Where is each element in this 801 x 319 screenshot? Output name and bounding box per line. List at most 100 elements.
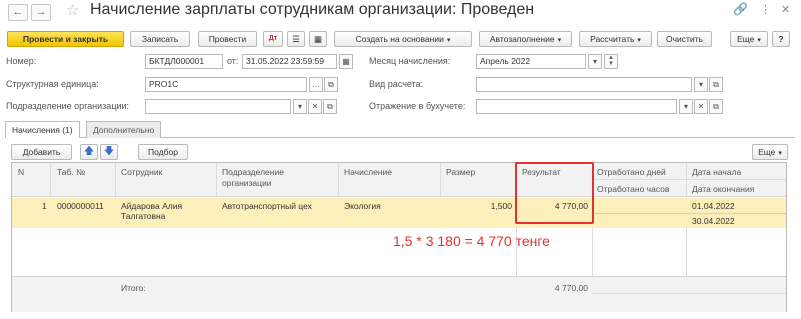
month-label: Месяц начисления: — [369, 56, 451, 66]
dept-open-button[interactable]: ⧉ — [323, 99, 337, 114]
dept-field[interactable] — [145, 99, 291, 114]
star-icon[interactable]: ☆ — [66, 1, 79, 19]
add-button[interactable]: Добавить — [11, 144, 72, 160]
date-label: от: — [227, 56, 239, 66]
col-hours-worked[interactable]: Отработано часов — [597, 184, 669, 194]
arrow-down-icon: 🡇 — [103, 146, 115, 157]
col-date-start[interactable]: Дата начала — [692, 167, 741, 177]
calculate-button[interactable]: Рассчитать ▾ — [579, 31, 652, 47]
col-tab-no[interactable]: Таб. № — [57, 167, 85, 177]
structure-icon: ▦ — [313, 34, 323, 44]
unit-open-button[interactable]: ⧉ — [324, 77, 338, 92]
footer-subdivider — [592, 293, 786, 294]
tab-additional[interactable]: Дополнительно — [86, 121, 162, 138]
reflection-dropdown[interactable]: ▾ — [679, 99, 693, 114]
report-button[interactable]: ☰ — [287, 31, 305, 47]
calc-type-dropdown[interactable]: ▾ — [694, 77, 708, 92]
table-row[interactable]: 1 0000000011 Айдарова Алия Талгатовна Ав… — [12, 198, 786, 228]
clear-icon: ✕ — [697, 102, 705, 111]
unit-field[interactable]: PRO1C — [145, 77, 307, 92]
more-vertical-icon[interactable]: ⋮ — [760, 3, 771, 16]
stepper-icon: ▴ ▾ — [609, 54, 613, 67]
month-dropdown[interactable]: ▾ — [588, 54, 602, 69]
cell-n[interactable]: 1 — [42, 201, 47, 211]
cell-date-end[interactable]: 30.04.2022 — [692, 216, 735, 226]
dept-clear-button[interactable]: ✕ — [308, 99, 322, 114]
open-icon: ⧉ — [713, 102, 719, 111]
clear-button[interactable]: Очистить — [657, 31, 712, 47]
cell-employee-1[interactable]: Айдарова Алия — [121, 201, 182, 211]
post-and-close-button[interactable]: Провести и закрыть — [7, 31, 124, 47]
col-employee[interactable]: Сотрудник — [121, 167, 162, 177]
cell-tab-no[interactable]: 0000000011 — [57, 201, 104, 211]
reflection-field[interactable] — [476, 99, 677, 114]
col-dept-2: организации — [222, 178, 272, 188]
document-list-icon: ☰ — [292, 34, 300, 44]
cell-size[interactable]: 1,500 — [446, 201, 512, 211]
col-dept-1[interactable]: Подразделение — [222, 167, 284, 177]
number-label: Номер: — [6, 56, 37, 66]
reflection-clear-button[interactable]: ✕ — [694, 99, 708, 114]
chevron-down-icon: ▾ — [297, 102, 302, 111]
dropdown-arrow-icon: ▾ — [637, 37, 641, 44]
cell-accrual[interactable]: Экология — [344, 201, 381, 211]
dropdown-arrow-icon: ▾ — [757, 37, 761, 44]
back-arrow-icon: ← — [12, 6, 24, 18]
calc-type-open-button[interactable]: ⧉ — [709, 77, 723, 92]
post-button[interactable]: Провести — [198, 31, 257, 47]
ellipsis-icon: ... — [312, 80, 320, 89]
dept-label: Подразделение организации: — [6, 101, 130, 111]
col-accrual[interactable]: Начисление — [344, 167, 392, 177]
cell-dept[interactable]: Автотранспортный цех — [222, 201, 312, 211]
create-based-on-button[interactable]: Создать на основании ▾ — [334, 31, 472, 47]
col-size[interactable]: Размер — [446, 167, 475, 177]
help-button[interactable]: ? — [772, 31, 790, 47]
open-icon: ⧉ — [328, 80, 334, 89]
open-icon: ⧉ — [713, 80, 719, 89]
calc-type-field[interactable] — [476, 77, 692, 92]
close-icon[interactable]: ✕ — [781, 3, 790, 16]
col-date-end[interactable]: Дата окончания — [692, 184, 754, 194]
date-field[interactable]: 31.05.2022 23:59:59 — [242, 54, 337, 69]
arrow-up-icon: 🡅 — [83, 146, 95, 157]
dropdown-arrow-icon: ▾ — [557, 37, 562, 44]
unit-label: Структурная единица: — [6, 79, 99, 89]
unit-select-button[interactable]: ... — [309, 77, 323, 92]
calendar-icon: ▦ — [342, 57, 350, 66]
total-label: Итого: — [121, 283, 146, 293]
cell-employee-2: Талгатовна — [121, 211, 166, 221]
structure-button[interactable]: ▦ — [309, 31, 327, 47]
chevron-down-icon: ▾ — [683, 102, 688, 111]
chevron-down-icon: ▾ — [698, 80, 703, 89]
selection-button[interactable]: Подбор — [138, 144, 188, 160]
autofill-button[interactable]: Автозаполнение ▾ — [479, 31, 572, 47]
save-button[interactable]: Записать — [130, 31, 190, 47]
more-button[interactable]: Еще ▾ — [730, 31, 768, 47]
calendar-button[interactable]: ▦ — [339, 54, 353, 69]
month-field[interactable]: Апрель 2022 — [476, 54, 586, 69]
back-button[interactable]: ← — [8, 4, 28, 21]
col-days-worked[interactable]: Отработано дней — [597, 167, 666, 177]
reflection-label: Отражение в бухучете: — [369, 101, 466, 111]
table-more-button[interactable]: Еще ▾ — [752, 144, 788, 160]
calculation-annotation: 1,5 * 3 180 = 4 770 тенге — [393, 233, 550, 249]
reflection-open-button[interactable]: ⧉ — [709, 99, 723, 114]
chevron-down-icon: ▾ — [592, 57, 597, 66]
cell-date-start[interactable]: 01.04.2022 — [692, 201, 735, 211]
month-stepper[interactable]: ▴ ▾ — [604, 54, 618, 69]
move-up-button[interactable]: 🡅 — [80, 144, 98, 160]
link-icon[interactable]: 🔗 — [733, 2, 748, 16]
header-subdivider — [592, 179, 786, 180]
dept-dropdown[interactable]: ▾ — [293, 99, 307, 114]
result-highlight — [515, 162, 594, 224]
dt-kt-button[interactable]: Дт — [263, 31, 283, 47]
col-n[interactable]: N — [18, 167, 24, 177]
clear-icon: ✕ — [311, 102, 319, 111]
forward-button[interactable]: → — [31, 4, 51, 21]
forward-arrow-icon: → — [35, 6, 47, 18]
number-field[interactable]: БКТДЛ000001 — [145, 54, 223, 69]
dropdown-arrow-icon: ▾ — [778, 150, 782, 157]
tab-accruals[interactable]: Начисления (1) — [5, 121, 80, 138]
calc-type-label: Вид расчета: — [369, 79, 424, 89]
move-down-button[interactable]: 🡇 — [100, 144, 118, 160]
